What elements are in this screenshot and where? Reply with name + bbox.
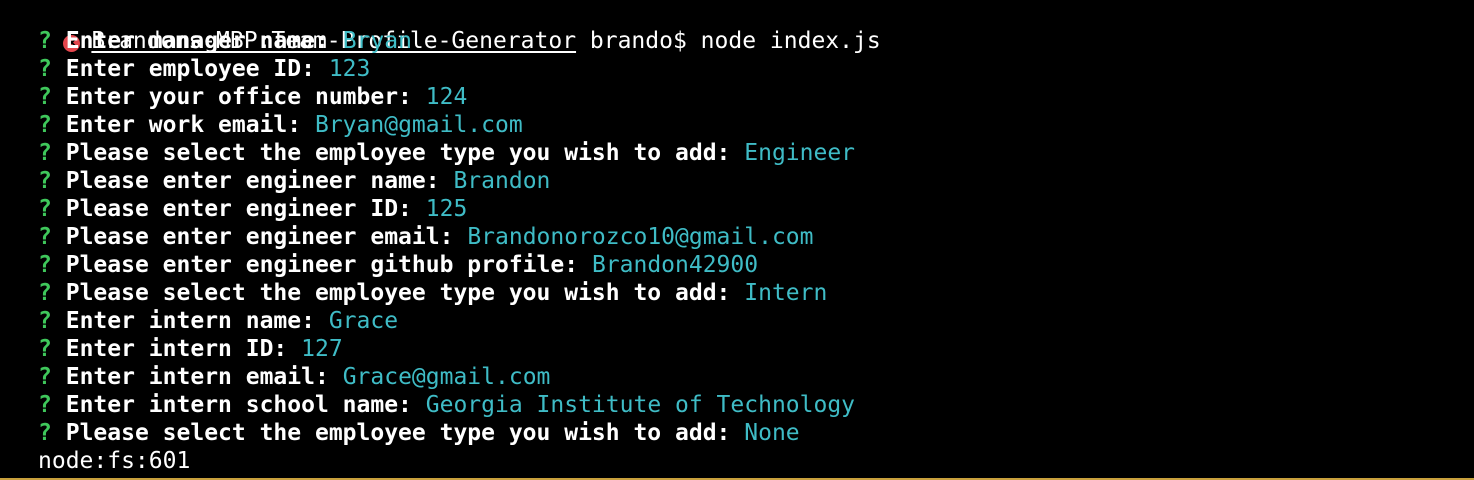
prompt-symbol: ? [38,308,52,334]
prompt-symbol: ? [38,56,52,82]
prompt-answer: 123 [328,56,371,82]
prompt-symbol: ? [38,280,52,306]
prompt-line: ? Enter intern school name: Georgia Inst… [38,391,855,419]
terminal-window[interactable]: × Brandons-MBP:Team-Profile-Generator bra… [0,0,1474,480]
prompt-question: Please enter engineer github profile: [65,252,579,278]
command-line: × Brandons-MBP:Team-Profile-Generator bra… [8,0,881,54]
prompt-answer: Bryan@gmail.com [314,112,523,138]
prompt-answer: Grace [328,308,399,334]
prompt-answer: Brandonorozco10@gmail.com [467,224,814,250]
prompt-answer: Brandon [453,168,551,194]
prompt-answer: 124 [425,84,468,110]
prompt-answer: 127 [301,336,343,362]
prompt-question: Enter manager name: [65,28,329,54]
prompt-symbol: ? [38,336,52,362]
prompt-question: Please select the employee type you wish… [65,420,731,446]
prompt-line: ? Please select the employee type you wi… [38,279,827,307]
prompt-symbol: ? [38,224,52,250]
prompt-symbol: ? [38,28,52,54]
prompt-line: ? Enter employee ID: 123 [38,55,370,83]
prompt-line: ? Please enter engineer ID: 125 [38,195,467,223]
prompt-symbol: ? [38,364,52,390]
prompt-line: ? Please select the employee type you wi… [38,139,855,167]
command-text: brando$ node index.js [576,28,881,54]
prompt-line: ? Enter your office number: 124 [38,83,467,111]
prompt-line: ? Please enter engineer name: Brandon [38,167,550,195]
prompt-question: Enter employee ID: [65,56,315,82]
output-line: node:fs:601 [38,448,191,474]
prompt-question: Enter intern email: [65,364,329,390]
prompt-symbol: ? [38,196,52,222]
prompt-answer: 125 [425,196,468,222]
prompt-answer: Georgia Institute of Technology [425,392,856,418]
prompt-symbol: ? [38,112,52,138]
prompt-line: ? Enter manager name: Bryan [38,27,412,55]
prompt-question: Enter intern name: [65,308,315,334]
prompt-answer: Grace@gmail.com [342,364,551,390]
prompt-symbol: ? [38,252,52,278]
prompt-answer: Brandon42900 [591,252,759,278]
prompt-line: ? Please enter engineer email: Brandonor… [38,223,814,251]
prompt-line: ? Enter intern ID: 127 [38,335,343,363]
prompt-symbol: ? [38,420,52,446]
prompt-question: Enter your office number: [65,84,412,110]
prompt-symbol: ? [38,140,52,166]
prompt-line: ? Enter intern name: Grace [38,307,398,335]
prompt-symbol: ? [38,84,52,110]
prompt-answer: Engineer [744,140,856,166]
prompt-symbol: ? [38,168,52,194]
prompt-line: ? Enter intern email: Grace@gmail.com [38,363,550,391]
prompt-question: Enter intern ID: [65,336,288,362]
prompt-question: Enter intern school name: [65,392,412,418]
prompt-answer: Intern [744,280,828,306]
prompt-answer: Bryan [342,28,412,54]
prompt-question: Please enter engineer email: [65,224,454,250]
prompt-answer: None [744,420,800,446]
prompt-symbol: ? [38,392,52,418]
prompt-question: Please select the employee type you wish… [65,140,731,166]
prompt-line: ? Enter work email: Bryan@gmail.com [38,111,523,139]
prompt-line: ? Please select the employee type you wi… [38,419,800,447]
prompt-question: Please enter engineer name: [65,168,440,194]
prompt-question: Enter work email: [65,112,302,138]
prompt-question: Please select the employee type you wish… [65,280,731,306]
prompt-line: ? Please enter engineer github profile: … [38,251,758,279]
prompt-question: Please enter engineer ID: [65,196,412,222]
